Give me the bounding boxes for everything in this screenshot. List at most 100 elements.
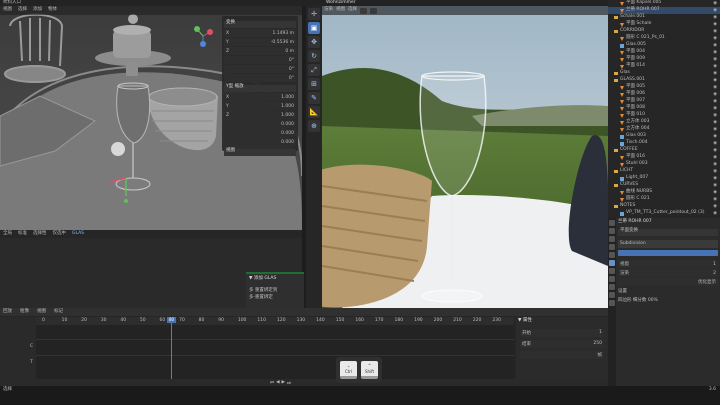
outliner-row[interactable]: COFFEE ◉	[608, 147, 720, 154]
visibility-icon[interactable]: ◉	[713, 29, 717, 34]
viewport-menu-view[interactable]: 视图	[3, 8, 12, 13]
select-tool-icon[interactable]: ▣	[308, 22, 320, 34]
timeline-sidebar-title[interactable]: ▼ 属性	[516, 317, 608, 326]
visibility-icon[interactable]: ◉	[713, 169, 717, 174]
visibility-icon[interactable]: ◉	[713, 92, 717, 97]
npanel-row[interactable]: 0.000	[224, 138, 296, 146]
footer-item-glas[interactable]: GLAS	[72, 231, 84, 237]
outliner-row[interactable]: CORRIDOR ◉	[608, 28, 720, 35]
modifier-name[interactable]: Subdivision	[620, 241, 646, 247]
outliner-row[interactable]: Tisch.004 ◉	[608, 140, 720, 147]
timeline-ruler[interactable]: 0 10 20 30 40 50 60 70 80 90 100 110 120 130 140 150 160…	[36, 317, 514, 325]
outliner-row[interactable]: 圆形 C 021 ◉	[608, 196, 720, 203]
properties-section3[interactable]: 四边形 细分数 00%	[618, 298, 718, 306]
outliner-row[interactable]: 立方体 003 ◉	[608, 119, 720, 126]
visibility-icon[interactable]: ◉	[713, 148, 717, 153]
visibility-icon[interactable]: ◉	[713, 211, 717, 216]
outliner-row[interactable]: 平面 009 ◉	[608, 56, 720, 63]
visibility-icon[interactable]: ◉	[713, 120, 717, 125]
light-gizmo[interactable]	[111, 142, 125, 156]
render-header-button[interactable]	[360, 7, 367, 14]
visibility-icon[interactable]: ◉	[713, 57, 717, 62]
npanel-row[interactable]: Y 1.000	[224, 102, 296, 110]
outliner[interactable]: 平面 Kapsel.005 ◉ 兰蒂 ROHR 007 ◉ Schale.001 ◉ 平面 …	[608, 0, 720, 218]
outliner-row[interactable]: Light_007 ◉	[608, 175, 720, 182]
timeline-menu-playback[interactable]: 回放	[3, 309, 12, 315]
visibility-icon[interactable]: ◉	[713, 127, 717, 132]
footer-item-global[interactable]: 全局	[3, 231, 12, 237]
visibility-icon[interactable]: ◉	[713, 113, 717, 118]
jump-start-icon[interactable]: ⏮	[270, 380, 274, 386]
world-tab-icon[interactable]	[609, 252, 615, 258]
visibility-icon[interactable]: ◉	[713, 85, 717, 90]
npanel-section-view[interactable]: 视图	[224, 148, 296, 156]
visibility-icon[interactable]: ◉	[713, 134, 717, 139]
add-tool-icon[interactable]: ⊕	[308, 120, 320, 132]
render-tab-icon[interactable]	[609, 228, 615, 234]
npanel-row[interactable]: 0°	[224, 74, 296, 82]
play-icon[interactable]: ▶	[282, 380, 285, 385]
render-header-button[interactable]	[370, 7, 377, 14]
viewport-3d[interactable]: 视图 选择 添加 物体 变换 X 1.1493 m Y -0.5536 m Z0 m…	[0, 6, 302, 230]
outliner-row[interactable]: 平面 006 ◉	[608, 91, 720, 98]
data-tab-icon[interactable]	[609, 292, 615, 298]
outliner-row[interactable]: 圆形 C 021_Ps_01 ◉	[608, 35, 720, 42]
visibility-icon[interactable]: ◉	[713, 197, 717, 202]
visibility-icon[interactable]: ◉	[713, 99, 717, 104]
visibility-icon[interactable]: ◉	[713, 155, 717, 160]
outliner-row[interactable]: Glas.005 ◉	[608, 42, 720, 49]
outliner-row[interactable]: LICHT ◉	[608, 168, 720, 175]
playhead-frame-label[interactable]: 80	[167, 317, 176, 323]
measure-tool-icon[interactable]: 📐	[308, 106, 320, 118]
outliner-row[interactable]: Glas 003 ◉	[608, 133, 720, 140]
render-mode-label[interactable]: 渲染	[324, 8, 333, 13]
operator-panel[interactable]: ▼ 添加 GLAS 多 重置绑定到 多·重置绑定	[246, 272, 304, 308]
properties-section[interactable]: 平面变换	[618, 228, 718, 236]
play-reverse-icon[interactable]: ◀	[276, 380, 279, 385]
navigation-gizmo[interactable]	[194, 26, 213, 47]
outliner-row[interactable]: 平面 016 ◉	[608, 154, 720, 161]
particles-tab-icon[interactable]	[609, 268, 615, 274]
render-menu-view[interactable]: 视图	[336, 8, 345, 13]
rotate-tool-icon[interactable]: ↻	[308, 50, 320, 62]
npanel-row[interactable]: X 1.000	[224, 93, 296, 101]
visibility-icon[interactable]: ◉	[713, 183, 717, 188]
viewport-menu-object[interactable]: 物体	[48, 8, 57, 13]
frame-start-field[interactable]: 开始 1	[520, 328, 604, 337]
outliner-row[interactable]: Glas ◉	[608, 70, 720, 77]
visibility-icon[interactable]: ◉	[713, 22, 717, 27]
outliner-row[interactable]: Schale.001 ◉	[608, 14, 720, 21]
visibility-icon[interactable]: ◉	[713, 50, 717, 55]
render-menu-select[interactable]: 选择	[348, 8, 357, 13]
tool-tab-icon[interactable]	[609, 220, 615, 226]
visibility-icon[interactable]: ◉	[713, 1, 717, 6]
visibility-icon[interactable]: ◉	[713, 71, 717, 76]
outliner-row[interactable]: 平面 Schale ◉	[608, 21, 720, 28]
output-tab-icon[interactable]	[609, 236, 615, 242]
visibility-icon[interactable]: ◉	[713, 36, 717, 41]
npanel-row[interactable]: Z0 m	[224, 47, 296, 55]
cursor-tool-icon[interactable]: ✛	[308, 8, 320, 20]
scale-tool-icon[interactable]: ⤢	[308, 64, 320, 76]
prop-row[interactable]: 视窗 1	[618, 260, 718, 268]
outliner-row[interactable]: GLASS.001 ◉	[608, 77, 720, 84]
frame-step-field[interactable]: 帧	[520, 350, 604, 359]
visibility-icon[interactable]: ◉	[713, 106, 717, 111]
footer-item-standard[interactable]: 标准	[18, 231, 27, 237]
npanel-section-scale[interactable]: Y型 缩放	[224, 84, 296, 92]
modifier-mode-selector[interactable]	[618, 250, 718, 256]
visibility-icon[interactable]: ◉	[713, 162, 717, 167]
npanel-row[interactable]: Y -0.5536 m	[224, 38, 296, 46]
outliner-row[interactable]: 平面 007 ◉	[608, 98, 720, 105]
physics-tab-icon[interactable]	[609, 276, 615, 282]
annotate-tool-icon[interactable]: ✎	[308, 92, 320, 104]
move-tool-icon[interactable]: ✥	[308, 36, 320, 48]
jump-end-icon[interactable]: ⏭	[287, 380, 291, 386]
playhead[interactable]	[171, 317, 172, 379]
visibility-icon[interactable]: ◉	[713, 141, 717, 146]
npanel-row[interactable]: 0°	[224, 56, 296, 64]
outliner-row[interactable]: 平面 008 ◉	[608, 105, 720, 112]
properties-section2[interactable]: 设置	[618, 289, 718, 297]
render-view[interactable]: 渲染 视图 选择	[322, 6, 608, 308]
timeline-menu-marker[interactable]: 标记	[54, 309, 63, 315]
